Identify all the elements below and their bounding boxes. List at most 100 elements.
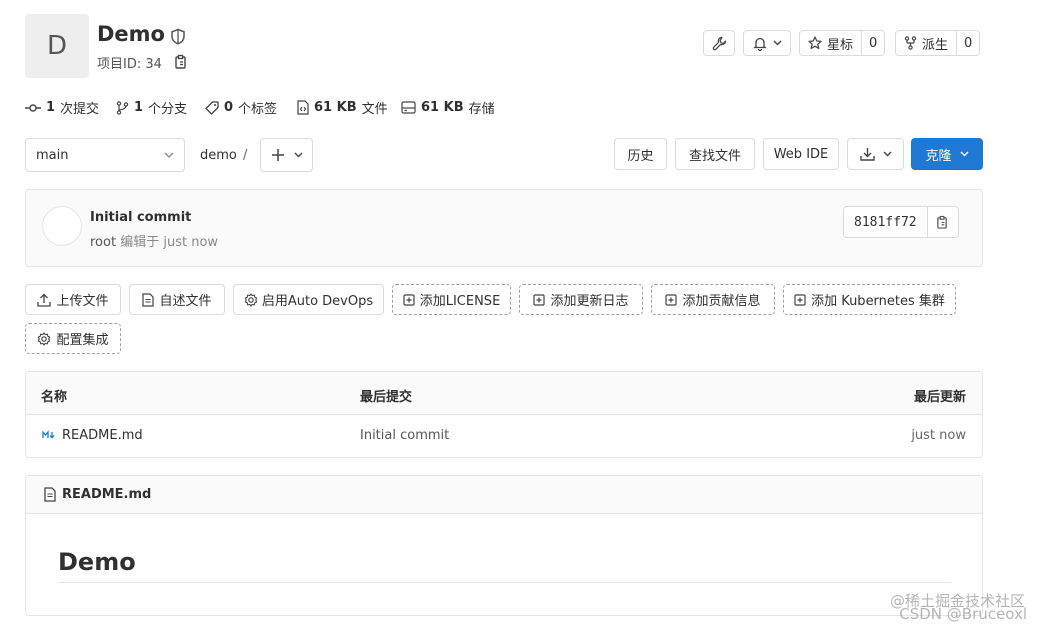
star-button-main[interactable]: 星标 (800, 31, 861, 55)
history-button[interactable]: 历史 (614, 138, 667, 170)
copy-icon[interactable] (174, 54, 188, 70)
stat-commits[interactable]: 1 次提交 (25, 98, 99, 117)
plus-icon (271, 148, 285, 162)
readme-filename[interactable]: README.md (62, 487, 151, 502)
configure-integrations-label: 配置集成 (56, 333, 109, 348)
readme-header: README.md (26, 476, 982, 514)
add-dropdown[interactable] (260, 138, 313, 172)
commit-author[interactable]: root (90, 235, 116, 250)
stat-tags[interactable]: 0 个标签 (205, 98, 277, 117)
stat-commits-label: 次提交 (60, 102, 100, 117)
commit-meta: root 编辑于 just now (90, 231, 218, 250)
chevron-down-icon (164, 152, 174, 158)
gear-icon (37, 331, 51, 346)
chevron-down-icon (773, 40, 782, 46)
add-contributing-label: 添加贡献信息 (682, 294, 761, 309)
stat-commits-value: 1 (46, 100, 56, 115)
stat-storage-label: 存储 (468, 102, 495, 117)
project-title[interactable]: Demo (97, 22, 165, 46)
stat-branches-value: 1 (134, 100, 144, 115)
add-license-label: 添加LICENSE (419, 294, 501, 309)
file-commit-link[interactable]: Initial commit (360, 428, 449, 443)
chevron-down-icon (294, 152, 303, 158)
storage-icon (401, 101, 416, 114)
file-name-link[interactable]: README.md (62, 428, 143, 443)
fork-icon (904, 36, 917, 50)
column-name-header: 名称 (41, 390, 68, 405)
fork-label: 派生 (922, 37, 949, 53)
project-id: 项目ID: 34 (97, 57, 162, 72)
notification-dropdown[interactable] (743, 30, 791, 56)
table-header: 名称 最后提交 最后更新 (26, 372, 982, 415)
settings-wrench-button[interactable] (703, 30, 735, 56)
column-last-update-header: 最后更新 (913, 390, 966, 405)
stat-storage-value: 61 KB (421, 100, 464, 115)
commit-sha-group: 8181ff72 (843, 206, 959, 238)
star-label: 星标 (827, 37, 854, 53)
add-kubernetes-button[interactable]: 添加 Kubernetes 集群 (783, 284, 956, 315)
table-row[interactable]: README.md Initial commit just now (26, 415, 982, 457)
stat-files-label: 文件 (361, 102, 388, 117)
add-kubernetes-label: 添加 Kubernetes 集群 (811, 294, 945, 309)
star-button[interactable]: 星标 0 (799, 30, 886, 56)
wrench-icon (712, 36, 727, 51)
breadcrumb-root[interactable]: demo (200, 148, 237, 163)
readme-label: 自述文件 (159, 294, 212, 309)
markdown-icon (42, 430, 56, 440)
plus-square-icon (403, 293, 415, 306)
column-last-commit-header: 最后提交 (360, 390, 413, 405)
fork-button[interactable]: 派生 0 (895, 30, 981, 56)
plus-square-icon (665, 293, 678, 306)
clone-dropdown[interactable]: 克隆 (911, 138, 983, 170)
commit-title[interactable]: Initial commit (90, 210, 191, 225)
auto-devops-label: 启用Auto DevOps (261, 294, 374, 309)
commit-time: just now (163, 235, 219, 250)
bell-icon (752, 36, 767, 51)
stat-files[interactable]: 61 KB 文件 (297, 98, 388, 117)
find-file-button[interactable]: 查找文件 (675, 138, 755, 170)
add-changelog-label: 添加更新日志 (550, 294, 629, 309)
readme-heading: Demo (58, 548, 136, 576)
download-icon (859, 147, 875, 161)
auto-devops-button[interactable]: 启用Auto DevOps (233, 284, 384, 315)
stat-files-value: 61 KB (314, 100, 357, 115)
star-count[interactable]: 0 (861, 31, 884, 55)
readme-box: README.md Demo (25, 475, 983, 616)
stat-branches[interactable]: 1 个分支 (116, 98, 187, 117)
branch-icon (116, 100, 129, 115)
commit-sha[interactable]: 8181ff72 (844, 207, 928, 237)
branch-selector[interactable]: main (25, 138, 185, 172)
breadcrumb-separator: / (243, 148, 248, 163)
last-commit-box: Initial commit root 编辑于 just now 8181ff7… (25, 189, 983, 267)
commit-icon (25, 103, 41, 113)
copy-sha-button[interactable] (928, 207, 958, 237)
add-changelog-button[interactable]: 添加更新日志 (519, 284, 643, 315)
download-dropdown[interactable] (847, 138, 904, 170)
upload-file-label: 上传文件 (56, 294, 109, 309)
file-table: 名称 最后提交 最后更新 README.md Initial commit ju… (25, 371, 983, 458)
stat-tags-value: 0 (224, 100, 234, 115)
upload-file-button[interactable]: 上传文件 (25, 284, 121, 315)
doc-icon (44, 487, 56, 502)
doc-icon (142, 292, 155, 307)
file-updated-time: just now (911, 428, 966, 443)
web-ide-button[interactable]: Web IDE (763, 138, 839, 170)
gear-icon (244, 292, 258, 307)
configure-integrations-button[interactable]: 配置集成 (25, 323, 121, 354)
stat-storage[interactable]: 61 KB 存储 (401, 98, 495, 117)
fork-button-main[interactable]: 派生 (896, 31, 956, 55)
chevron-down-icon (883, 151, 892, 157)
readme-button[interactable]: 自述文件 (129, 284, 225, 315)
tag-icon (205, 100, 219, 115)
stat-branches-label: 个分支 (148, 102, 188, 117)
fork-count[interactable]: 0 (956, 31, 979, 55)
upload-icon (37, 293, 52, 307)
add-license-button[interactable]: 添加LICENSE (392, 284, 511, 315)
add-contributing-button[interactable]: 添加贡献信息 (651, 284, 775, 315)
avatar[interactable] (42, 206, 82, 246)
plus-square-icon (533, 293, 546, 306)
readme-divider (58, 582, 951, 583)
project-avatar: D (25, 14, 89, 78)
commit-action: 编辑于 (120, 235, 160, 250)
shield-icon (170, 28, 186, 45)
